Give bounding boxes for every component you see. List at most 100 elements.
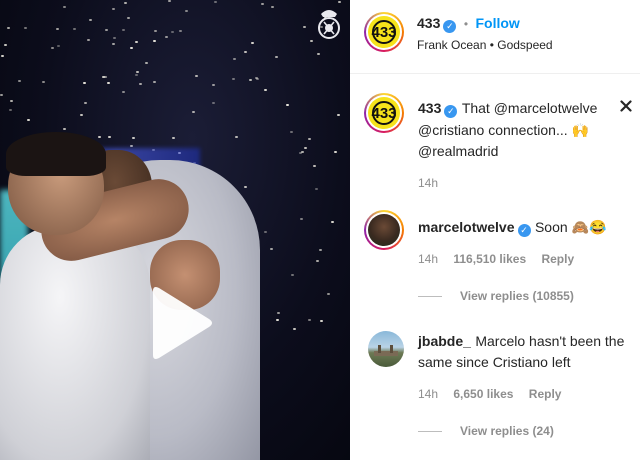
separator-dot: • — [463, 17, 469, 31]
crowd-light — [271, 5, 275, 8]
crowd-light — [83, 101, 87, 104]
commenter-avatar[interactable] — [364, 210, 404, 250]
reply-button[interactable]: Reply — [541, 252, 574, 266]
replies-divider — [418, 431, 442, 432]
caption-text-1: That @marcelotwelve — [461, 100, 598, 116]
comment-time: 14h — [418, 387, 439, 401]
header-account-row: 433 ✓ • Follow — [417, 15, 520, 33]
crowd-light — [191, 110, 195, 113]
post-header: 433 433 ✓ • Follow Frank Ocean • Godspeed — [350, 0, 640, 74]
comment-text: Soon 🙈😂 — [534, 219, 607, 235]
comment-username[interactable]: jbabde_ — [418, 333, 471, 349]
caption-line-1: 433 ✓ That @marcelotwelve — [418, 100, 597, 118]
crowd-light — [317, 52, 321, 55]
crowd-light — [63, 5, 67, 8]
caption-avatar[interactable]: 433 — [364, 93, 404, 133]
crowd-light — [312, 164, 316, 167]
crowd-light — [23, 27, 27, 30]
crowd-light — [232, 57, 236, 60]
crowd-light — [134, 40, 138, 43]
comment-meta: 14h 6,650 likes Reply — [418, 387, 561, 401]
caption-avatar-logo: 433 — [371, 101, 397, 125]
close-icon[interactable] — [620, 100, 632, 112]
crowd-light — [212, 84, 216, 87]
crowd-light — [319, 319, 323, 322]
crowd-light — [127, 17, 131, 20]
crowd-light — [333, 151, 337, 154]
caption-text-3[interactable]: @realmadrid — [418, 143, 498, 159]
crowd-light — [264, 231, 268, 234]
crowd-light — [170, 30, 174, 33]
follow-button[interactable]: Follow — [475, 15, 519, 31]
crowd-light — [152, 80, 156, 83]
crowd-light — [10, 100, 14, 103]
crowd-light — [113, 37, 117, 40]
comment-text-1: Marcelo hasn't been the — [475, 333, 625, 349]
crowd-light — [154, 30, 158, 33]
crowd-light — [79, 113, 83, 116]
crowd-light — [310, 39, 314, 42]
crowd-light — [255, 76, 259, 79]
commenter-avatar[interactable] — [368, 331, 404, 367]
crowd-light — [82, 81, 86, 84]
crowd-light — [107, 82, 111, 85]
player-hair — [6, 132, 106, 176]
crowd-light — [17, 80, 21, 83]
crowd-light — [42, 80, 46, 83]
crowd-light — [179, 29, 183, 32]
crowd-light — [132, 136, 136, 139]
crowd-light — [213, 1, 217, 4]
caption-timestamp: 14h — [418, 176, 439, 190]
verified-badge-icon: ✓ — [444, 105, 458, 118]
crowd-light — [0, 93, 3, 96]
crowd-light — [72, 28, 76, 31]
crowd-light — [315, 259, 319, 262]
crowd-light — [276, 312, 280, 315]
comment-likes[interactable]: 6,650 likes — [453, 387, 513, 401]
crowd-light — [121, 91, 125, 94]
account-username[interactable]: 433 — [417, 15, 440, 31]
replies-divider — [418, 296, 442, 297]
crowd-light — [107, 136, 111, 139]
comment-username[interactable]: marcelotwelve — [418, 219, 515, 235]
crowd-light — [171, 137, 175, 140]
play-icon[interactable] — [145, 285, 215, 361]
crowd-light — [285, 103, 289, 106]
caption-username[interactable]: 433 — [418, 100, 441, 116]
crowd-light — [87, 39, 91, 42]
reply-button[interactable]: Reply — [529, 387, 562, 401]
crowd-light — [290, 130, 294, 133]
comment-body: marcelotwelve ✓ Soon 🙈😂 — [418, 219, 606, 237]
crowd-light — [168, 0, 172, 3]
crowd-light — [331, 221, 335, 224]
crowd-light — [164, 35, 168, 38]
account-avatar[interactable]: 433 — [364, 12, 404, 52]
crowd-light — [303, 25, 307, 28]
video-player[interactable] — [0, 0, 350, 460]
crowd-light — [1, 55, 5, 58]
crowd-light — [251, 41, 255, 44]
crowd-light — [130, 46, 134, 49]
crowd-light — [269, 247, 273, 250]
caption-text-2: @cristiano connection... 🙌 — [418, 122, 589, 138]
crowd-light — [185, 9, 189, 12]
crowd-light — [56, 28, 60, 31]
view-replies-button[interactable]: View replies (24) — [460, 424, 554, 438]
crowd-light — [315, 188, 319, 191]
crowd-light — [63, 128, 67, 131]
crowd-light — [105, 29, 109, 32]
crowd-light — [234, 136, 238, 139]
view-replies-button[interactable]: View replies (10855) — [460, 289, 574, 303]
crowd-light — [304, 146, 308, 149]
crowd-light — [50, 47, 54, 50]
audio-track[interactable]: Frank Ocean • Godspeed — [417, 38, 553, 52]
crowd-light — [243, 50, 247, 53]
comment-likes[interactable]: 116,510 likes — [453, 252, 526, 266]
crowd-light — [130, 145, 134, 148]
crowd-light — [260, 2, 264, 5]
real-madrid-crest-icon — [318, 10, 340, 39]
crowd-light — [298, 151, 302, 154]
crowd-light — [98, 135, 102, 138]
post-panel: 433 433 ✓ • Follow Frank Ocean • Godspeed… — [350, 0, 640, 460]
crowd-light — [264, 89, 268, 92]
